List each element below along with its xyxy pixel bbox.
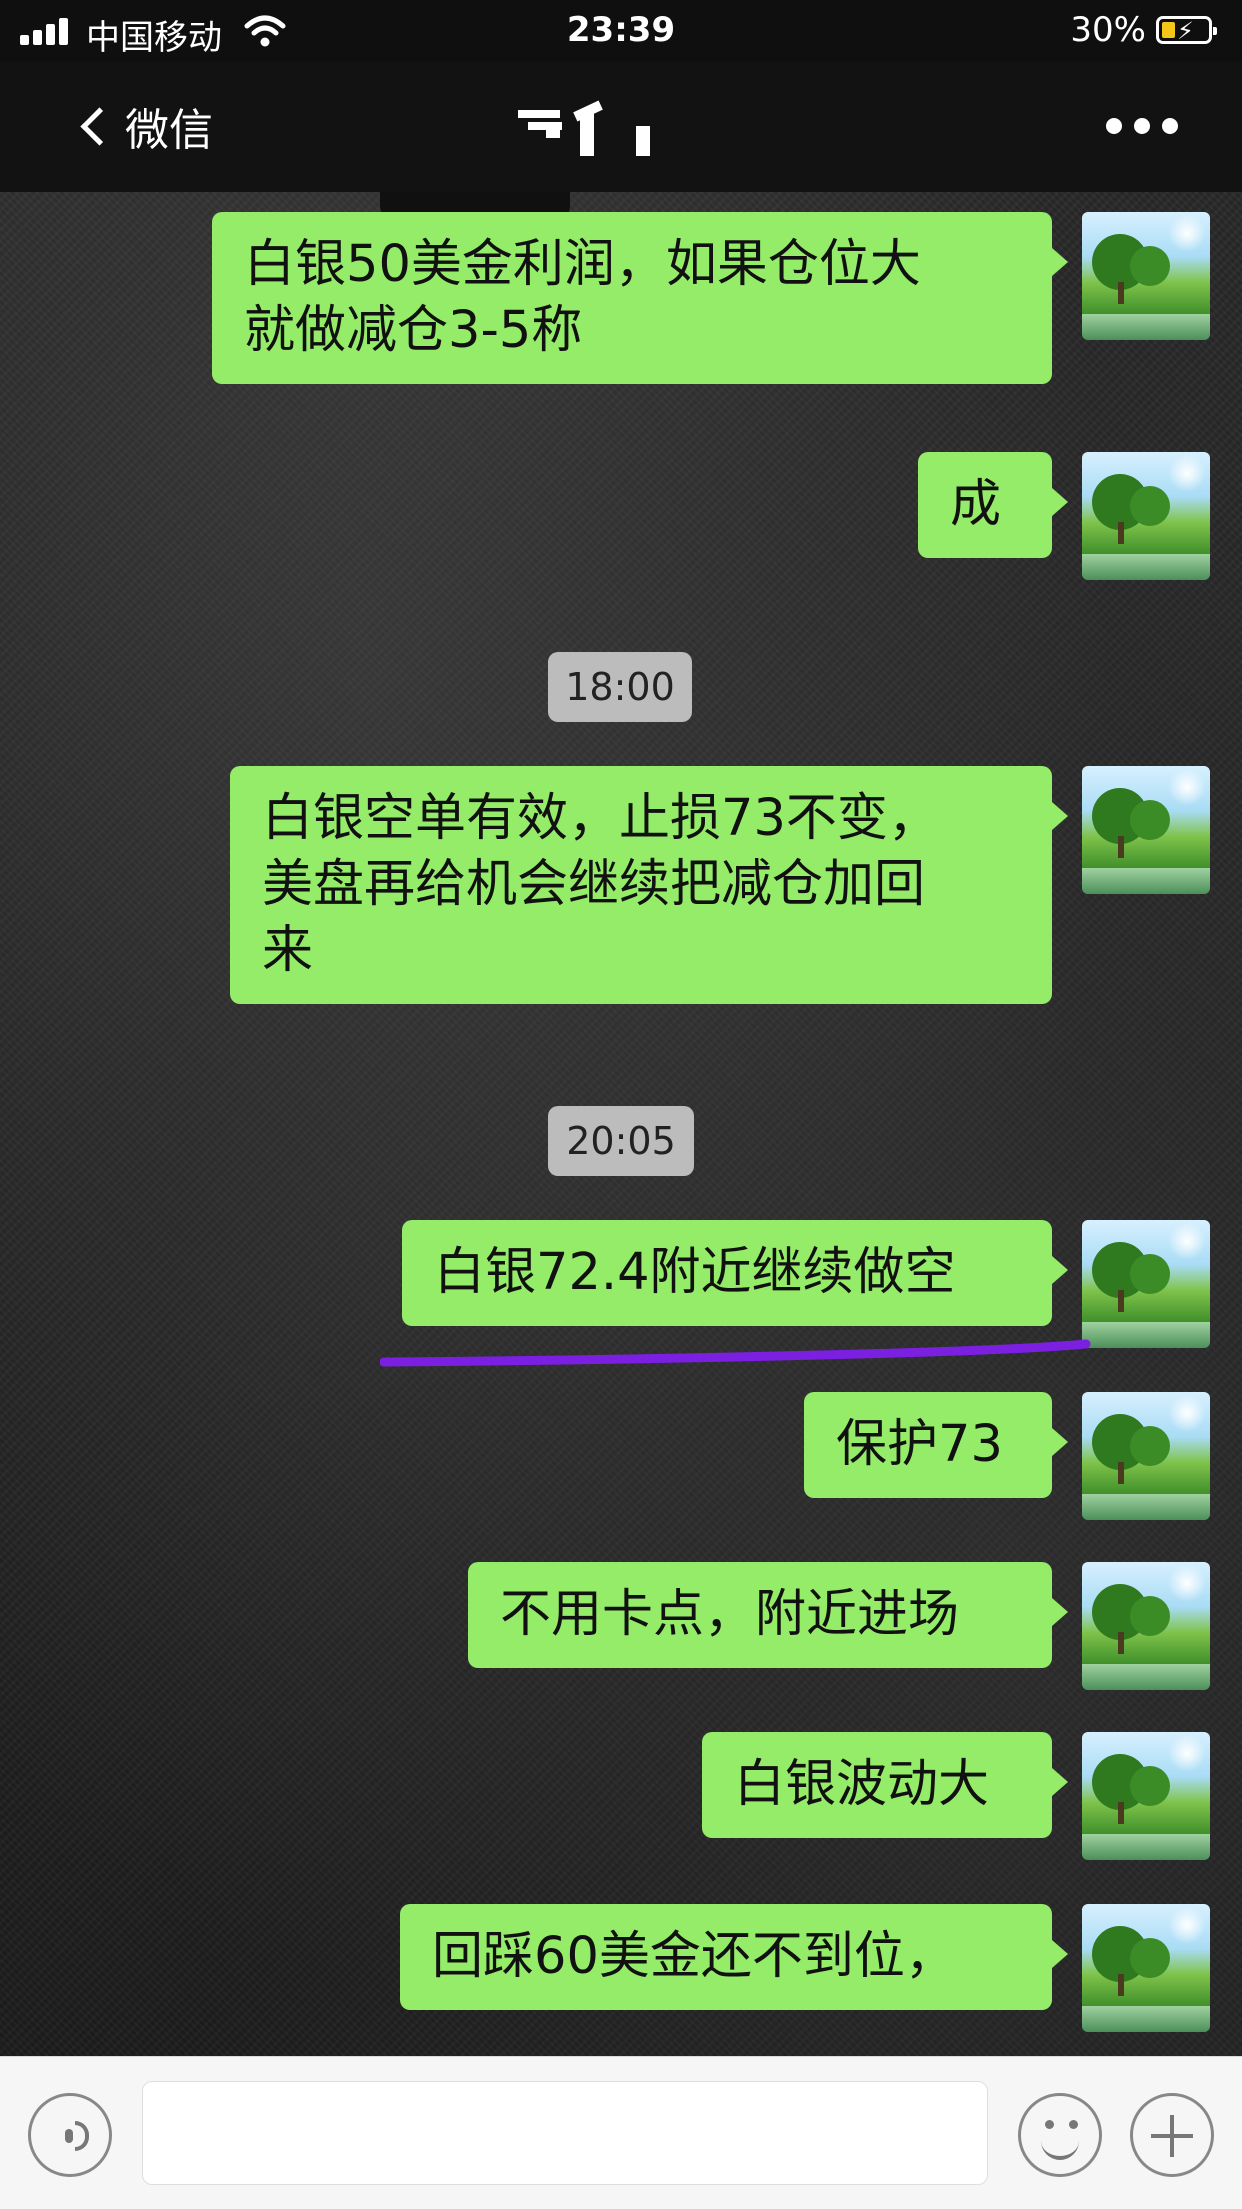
message-bubble[interactable]: 成 — [918, 452, 1068, 558]
avatar[interactable] — [1082, 1220, 1210, 1348]
charging-bolt-icon: ⚡ — [1177, 17, 1194, 45]
avatar[interactable] — [1082, 1392, 1210, 1520]
voice-icon[interactable] — [28, 2093, 112, 2177]
timestamp-label: 18:00 — [548, 652, 692, 722]
avatar[interactable] — [1082, 212, 1210, 340]
message-bubble[interactable]: 保护73 — [804, 1392, 1068, 1498]
message-text-line: 成 — [950, 475, 1002, 534]
message-bubble[interactable]: 回踩60美金还不到位， — [400, 1904, 1068, 2010]
battery-percent: 30% — [1070, 10, 1146, 50]
input-bar — [0, 2056, 1242, 2209]
back-label: 微信 — [125, 105, 213, 156]
chat-title-redacted — [518, 100, 668, 158]
emoji-icon[interactable] — [1018, 2093, 1102, 2177]
message-text-line: 白银波动大 — [734, 1755, 990, 1814]
message-input[interactable] — [142, 2081, 988, 2185]
battery-level-fill — [1162, 22, 1175, 38]
message-bubble[interactable]: 白银72.4附近继续做空 — [402, 1220, 1068, 1326]
avatar[interactable] — [1082, 1732, 1210, 1860]
battery-icon: ⚡ — [1156, 16, 1217, 45]
message-bubble[interactable]: 白银波动大 — [702, 1732, 1068, 1838]
timestamp-label: 20:05 — [548, 1106, 694, 1176]
status-bar: 中国移动 23:39 30% ⚡ — [0, 0, 1242, 62]
message-bubble[interactable]: 白银50美金利润，如果仓位大 就做减仓3-5称 — [212, 212, 1068, 384]
nav-bar: 微信 — [0, 62, 1242, 192]
message-bubble[interactable]: 不用卡点，附近进场 — [468, 1562, 1068, 1668]
avatar[interactable] — [1082, 452, 1210, 580]
message-bubble[interactable]: 白银空单有效，止损73不变， 美盘再给机会继续把减仓加回来 — [230, 766, 1068, 1004]
avatar[interactable] — [1082, 1562, 1210, 1690]
message-text-line: 就做减仓3-5称 — [244, 301, 583, 360]
message-text-line: 来 — [262, 921, 314, 980]
chevron-left-icon — [80, 106, 119, 146]
message-text-line: 美盘再给机会继续把减仓加回 — [262, 855, 926, 914]
plus-icon[interactable] — [1130, 2093, 1214, 2177]
avatar[interactable] — [1082, 1904, 1210, 2032]
message-text-line: 不用卡点，附近进场 — [500, 1585, 960, 1644]
message-text-line: 白银空单有效，止损73不变， — [262, 789, 939, 848]
back-button[interactable]: 微信 — [80, 94, 213, 158]
message-text-line: 回踩60美金还不到位， — [432, 1927, 956, 1986]
message-text-line: 白银72.4附近继续做空 — [434, 1243, 956, 1302]
message-text-line: 白银50美金利润，如果仓位大 — [244, 235, 921, 294]
highlight-underline — [380, 1339, 1091, 1367]
status-time: 23:39 — [566, 10, 676, 50]
more-dots-icon[interactable] — [1106, 118, 1178, 138]
avatar[interactable] — [1082, 766, 1210, 894]
message-text-line: 保护73 — [836, 1415, 1003, 1474]
